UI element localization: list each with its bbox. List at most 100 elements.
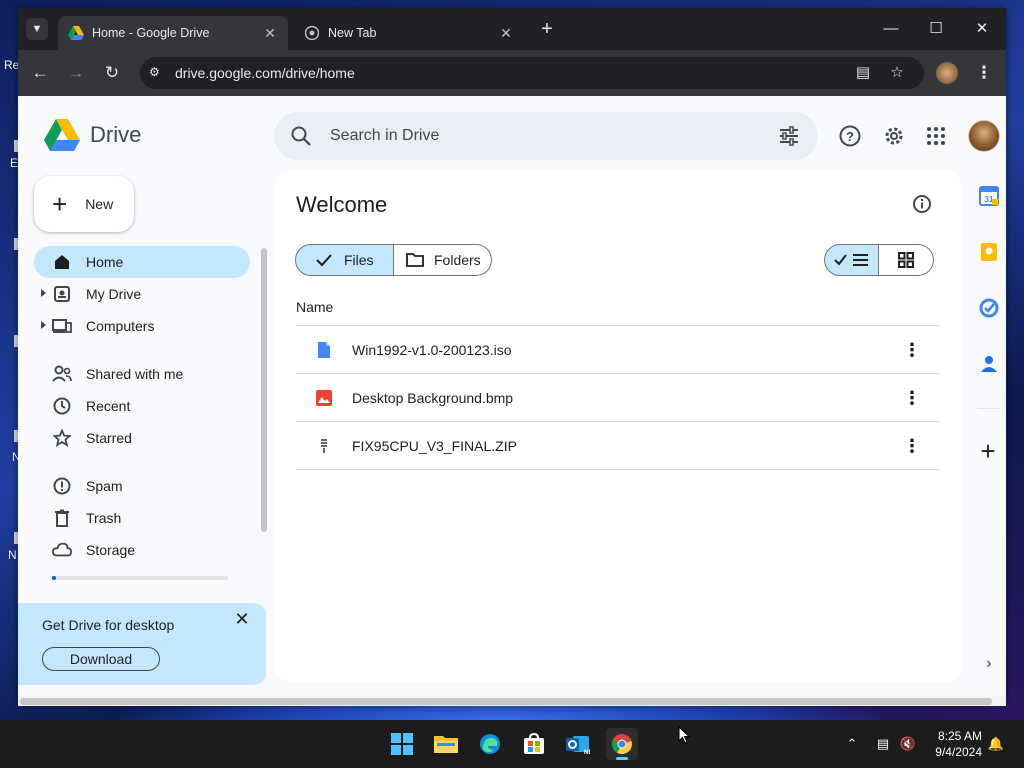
- column-header-name[interactable]: Name: [296, 288, 940, 326]
- check-list-icon: [833, 254, 868, 266]
- reload-icon[interactable]: ↻: [101, 62, 123, 84]
- install-app-icon[interactable]: ▤: [854, 64, 872, 82]
- settings-gear-icon[interactable]: [882, 124, 906, 148]
- sidebar-item-shared[interactable]: Shared with me: [34, 358, 250, 390]
- tab-search-button[interactable]: ▼: [26, 18, 48, 40]
- grid-view-button[interactable]: [879, 244, 934, 276]
- back-arrow-icon[interactable]: ←: [29, 62, 51, 84]
- help-icon[interactable]: ?: [838, 124, 862, 148]
- system-clock[interactable]: 8:25 AM 9/4/2024: [928, 728, 982, 760]
- keep-icon[interactable]: [979, 242, 999, 262]
- sidebar-item-label: Starred: [86, 430, 132, 446]
- file-explorer-icon[interactable]: [430, 728, 462, 760]
- bookmark-star-icon[interactable]: ☆: [888, 64, 906, 82]
- files-chip[interactable]: Files: [295, 244, 394, 276]
- notifications-bell-icon[interactable]: 🔔: [986, 734, 1006, 754]
- main-content: Welcome Files Folders Name Win1992-v1.0-…: [274, 170, 962, 682]
- minimize-icon[interactable]: —: [880, 18, 902, 40]
- edge-icon[interactable]: [474, 728, 506, 760]
- new-button[interactable]: + New: [34, 176, 134, 232]
- more-options-icon[interactable]: ⋮: [900, 338, 924, 362]
- svg-text:NEW: NEW: [584, 750, 590, 755]
- folders-chip[interactable]: Folders: [394, 244, 492, 276]
- sidebar-scrollbar[interactable]: [261, 248, 267, 532]
- promo-title: Get Drive for desktop: [42, 617, 175, 633]
- sidebar-item-storage[interactable]: Storage: [34, 534, 250, 566]
- sidebar-item-label: Shared with me: [86, 366, 184, 382]
- sidebar-item-my-drive[interactable]: My Drive: [34, 278, 250, 310]
- close-tab-icon[interactable]: ✕: [262, 25, 278, 41]
- info-icon[interactable]: [912, 194, 932, 214]
- sidebar-item-home[interactable]: Home: [34, 246, 250, 278]
- maximize-icon[interactable]: ☐: [925, 18, 947, 40]
- network-icon[interactable]: ▤: [873, 734, 893, 754]
- outlook-icon[interactable]: NEW: [562, 728, 594, 760]
- close-tab-icon[interactable]: ✕: [498, 25, 514, 41]
- more-options-icon[interactable]: ⋮: [900, 434, 924, 458]
- plus-icon: +: [52, 189, 68, 219]
- my-drive-icon: [52, 284, 72, 304]
- chrome-menu-icon[interactable]: ⋮: [973, 62, 995, 84]
- file-row[interactable]: Win1992-v1.0-200123.iso ⋮: [296, 326, 940, 374]
- microsoft-store-icon[interactable]: [518, 728, 550, 760]
- cloud-icon: [52, 540, 72, 560]
- search-input[interactable]: [330, 124, 750, 148]
- calendar-icon[interactable]: 31: [979, 186, 999, 206]
- scrollbar-thumb[interactable]: [20, 698, 992, 705]
- file-row[interactable]: FIX95CPU_V3_FINAL.ZIP ⋮: [296, 422, 940, 470]
- file-row[interactable]: Desktop Background.bmp ⋮: [296, 374, 940, 422]
- file-name[interactable]: FIX95CPU_V3_FINAL.ZIP: [352, 438, 517, 454]
- apps-grid-icon[interactable]: [924, 124, 948, 148]
- sidebar-item-recent[interactable]: Recent: [34, 390, 250, 422]
- sidebar-item-label: Recent: [86, 398, 131, 414]
- desktop-promo-banner: Get Drive for desktop ✕ Download: [18, 603, 266, 685]
- folder-icon: [406, 251, 424, 269]
- sidebar-item-computers[interactable]: Computers: [34, 310, 250, 342]
- add-addon-plus-icon[interactable]: +: [975, 438, 1001, 464]
- clock-date: 9/4/2024: [935, 745, 982, 759]
- storage-meter-fill: [52, 576, 56, 580]
- tab-google-drive[interactable]: Home - Google Drive ✕: [58, 16, 288, 50]
- drive-logo-icon: [44, 119, 80, 151]
- desktop-icon-label[interactable]: N: [8, 548, 17, 562]
- tasks-icon[interactable]: [979, 298, 999, 318]
- volume-muted-icon[interactable]: 🔇: [898, 734, 918, 754]
- download-button[interactable]: Download: [42, 647, 160, 671]
- chrome-icon: [304, 25, 320, 41]
- drive-logo[interactable]: Drive: [44, 119, 141, 151]
- new-tab-plus-icon[interactable]: +: [536, 18, 558, 40]
- address-bar[interactable]: ⚙ drive.google.com/drive/home ▤ ☆: [140, 57, 924, 89]
- site-info-icon[interactable]: ⚙: [149, 65, 165, 81]
- sidebar-item-trash[interactable]: Trash: [34, 502, 250, 534]
- forward-arrow-icon[interactable]: →: [65, 62, 87, 84]
- chevron-right-icon[interactable]: ›: [979, 654, 999, 674]
- browser-window: ▼ Home - Google Drive ✕ New Tab ✕ + — ☐ …: [18, 8, 1006, 706]
- more-options-icon[interactable]: ⋮: [900, 386, 924, 410]
- expand-caret-icon[interactable]: [41, 321, 46, 329]
- sidebar-item-starred[interactable]: Starred: [34, 422, 250, 454]
- computers-icon: [52, 316, 72, 336]
- tab-new-tab[interactable]: New Tab ✕: [294, 16, 524, 50]
- sidebar-item-spam[interactable]: Spam: [34, 470, 250, 502]
- list-view-button[interactable]: [824, 244, 879, 276]
- file-name[interactable]: Win1992-v1.0-200123.iso: [352, 342, 512, 358]
- close-window-icon[interactable]: ✕: [971, 18, 993, 40]
- desktop-icon-label[interactable]: E: [10, 156, 18, 170]
- chevron-up-icon[interactable]: ⌃: [842, 734, 862, 754]
- shared-icon: [52, 364, 72, 384]
- profile-avatar-icon[interactable]: [936, 62, 958, 84]
- url-text[interactable]: drive.google.com/drive/home: [175, 65, 355, 81]
- expand-caret-icon[interactable]: [41, 289, 46, 297]
- horizontal-scrollbar[interactable]: [18, 696, 1006, 706]
- search-icon[interactable]: [290, 125, 312, 147]
- search-options-icon[interactable]: [778, 125, 800, 147]
- search-bar[interactable]: [274, 112, 818, 160]
- view-toggle: [824, 244, 934, 276]
- chrome-icon[interactable]: [606, 728, 638, 760]
- contacts-icon[interactable]: [979, 354, 999, 374]
- file-name[interactable]: Desktop Background.bmp: [352, 390, 513, 406]
- account-avatar[interactable]: [968, 120, 1000, 152]
- windows-start-icon[interactable]: [386, 728, 418, 760]
- image-file-icon: [316, 389, 332, 406]
- close-icon[interactable]: ✕: [232, 609, 252, 629]
